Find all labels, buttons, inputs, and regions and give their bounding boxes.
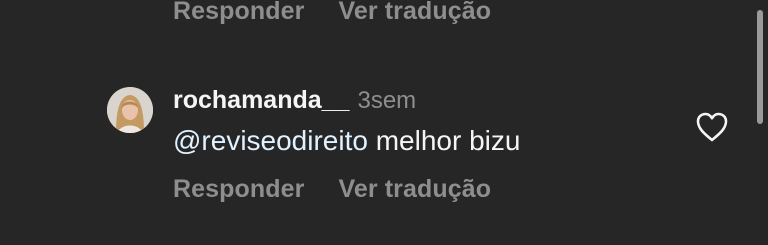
comments-panel: Responder Ver tradução rochamanda__ 3sem …: [0, 0, 768, 245]
comment-item: rochamanda__ 3sem @reviseodireito melhor …: [0, 80, 768, 170]
like-button[interactable]: [695, 111, 729, 143]
comment-header: rochamanda__ 3sem: [173, 86, 416, 115]
comment-actions: Responder Ver tradução: [173, 175, 491, 204]
scrollbar[interactable]: [757, 10, 763, 124]
comment-text: @reviseodireito melhor bizu: [173, 125, 520, 157]
reply-button[interactable]: Responder: [173, 175, 304, 204]
avatar-photo: [107, 87, 153, 133]
reply-button[interactable]: Responder: [173, 0, 304, 26]
previous-comment-actions: Responder Ver tradução: [173, 0, 491, 26]
comment-body: melhor bizu: [367, 125, 521, 156]
mention-link[interactable]: @reviseodireito: [173, 125, 368, 156]
translate-button[interactable]: Ver tradução: [338, 175, 491, 204]
heart-outline-icon: [696, 112, 728, 142]
username-link[interactable]: rochamanda__: [173, 86, 349, 114]
comment-time: 3sem: [357, 87, 417, 114]
translate-button[interactable]: Ver tradução: [338, 0, 491, 26]
avatar[interactable]: [107, 87, 153, 133]
